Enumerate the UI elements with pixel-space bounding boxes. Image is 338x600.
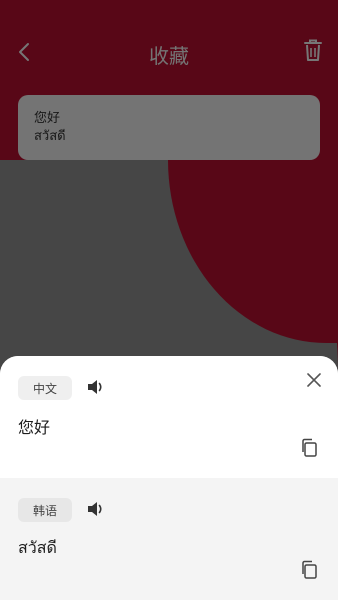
speaker-icon xyxy=(88,380,102,394)
copy-icon xyxy=(302,438,317,457)
copy-icon xyxy=(302,560,317,579)
close-button[interactable] xyxy=(306,372,322,388)
source-language-chip: 中文 xyxy=(18,376,72,400)
close-icon xyxy=(307,373,321,387)
target-speak-button[interactable] xyxy=(86,499,106,519)
source-text: 您好 xyxy=(18,418,51,437)
target-section: 韩语 สวัสดี xyxy=(0,478,338,600)
translation-detail-sheet: 中文 您好 韩语 สวัสดี xyxy=(0,356,338,600)
source-copy-button[interactable] xyxy=(300,438,318,458)
source-section: 中文 您好 xyxy=(0,356,338,478)
speaker-icon xyxy=(88,502,102,516)
source-speak-button[interactable] xyxy=(86,377,106,397)
target-copy-button[interactable] xyxy=(300,560,318,580)
target-language-chip: 韩语 xyxy=(18,498,72,522)
target-text: สวัสดี xyxy=(18,538,57,557)
